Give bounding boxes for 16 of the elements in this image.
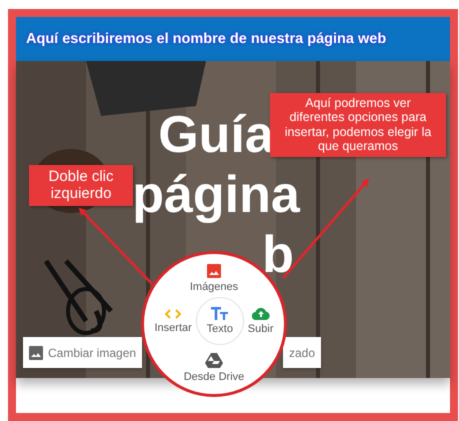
image-action-button[interactable]: Cambiar imagen (23, 337, 142, 368)
drive-icon (205, 353, 223, 368)
callout-note: Doble clic izquierdo (29, 165, 133, 206)
callout-note: Aquí podremos ver diferentes opciones para insertar, podemos elegir la que queramos (270, 93, 446, 156)
insert-option[interactable]: Insertar (154, 308, 192, 334)
hero-heading: b (262, 225, 294, 285)
site-title: Aquí escribiremos el nombre de nuestra página web (26, 31, 386, 47)
insert-option[interactable]: Subir (248, 307, 274, 335)
cloud-upload-icon (252, 307, 270, 320)
image-icon (207, 264, 221, 278)
insert-option[interactable]: Imágenes (190, 264, 238, 293)
image-action-button[interactable]: zado (283, 337, 322, 368)
insert-option[interactable]: Desde Drive (184, 353, 244, 383)
hero-heading: página (132, 165, 300, 225)
code-icon (165, 308, 182, 318)
text-format-icon (211, 307, 228, 320)
